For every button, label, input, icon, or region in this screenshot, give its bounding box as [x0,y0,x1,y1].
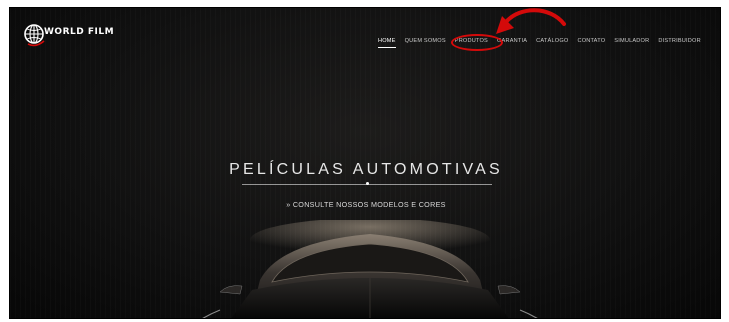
hero-section: WORLD FILM HOME QUEM SOMOS PRODUTOS GARA… [9,7,721,319]
catalog-link[interactable]: » CONSULTE NOSSOS MODELOS E CORES [10,200,720,209]
nav-item-quem-somos[interactable]: QUEM SOMOS [405,38,446,44]
nav-item-garantia[interactable]: GARANTIA [497,38,527,44]
car-image [202,220,538,318]
nav-item-contato[interactable]: CONTATO [577,38,605,44]
logo-text: WORLD FILM [44,27,115,37]
hero-divider-dot [366,182,369,185]
nav-item-catalogo[interactable]: CATÁLOGO [536,38,568,44]
main-nav: HOME QUEM SOMOS PRODUTOS GARANTIA CATÁLO… [378,38,710,48]
nav-item-simulador[interactable]: SIMULADOR [614,38,649,44]
nav-item-home[interactable]: HOME [378,38,396,48]
nav-item-produtos[interactable]: PRODUTOS [455,38,488,44]
hero-title: PELÍCULAS AUTOMOTIVAS [229,161,503,178]
nav-item-distribuidor[interactable]: DISTRIBUIDOR [658,38,701,44]
logo[interactable]: WORLD FILM [22,22,114,48]
